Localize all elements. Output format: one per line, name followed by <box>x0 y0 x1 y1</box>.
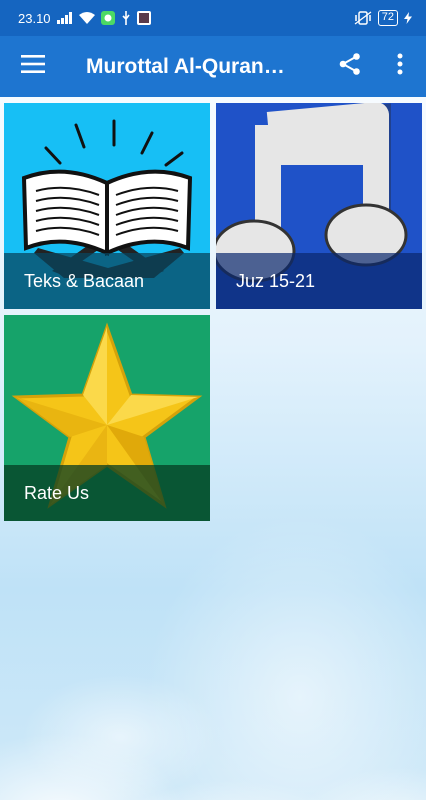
tile-label: Juz 15-21 <box>216 253 422 309</box>
charging-icon <box>404 12 412 24</box>
app-bar: Murottal Al-Quran… <box>0 36 426 97</box>
tile-label: Rate Us <box>4 465 210 521</box>
tile-rate-us[interactable]: Rate Us <box>4 315 210 521</box>
status-time: 23.10 <box>18 10 51 26</box>
vibrate-icon <box>354 11 372 25</box>
wifi-icon <box>78 12 95 24</box>
notification-image-icon <box>136 11 151 25</box>
app-notification-icon <box>100 11 115 25</box>
battery-icon: 72 <box>377 10 398 26</box>
signal-icon <box>56 12 73 24</box>
status-bar: 23.10 72 <box>0 0 426 36</box>
page-title: Murottal Al-Quran… <box>86 54 285 78</box>
menu-icon <box>21 55 45 78</box>
tile-teks-bacaan[interactable]: Teks & Bacaan <box>4 103 210 309</box>
share-icon <box>338 52 362 81</box>
menu-button[interactable] <box>0 36 66 97</box>
more-vert-icon <box>397 53 403 80</box>
tile-label: Teks & Bacaan <box>4 253 210 309</box>
tile-juz-15-21[interactable]: Juz 15-21 <box>216 103 422 309</box>
more-options-button[interactable] <box>382 48 418 85</box>
usb-icon <box>121 11 131 25</box>
share-button[interactable] <box>330 48 370 85</box>
